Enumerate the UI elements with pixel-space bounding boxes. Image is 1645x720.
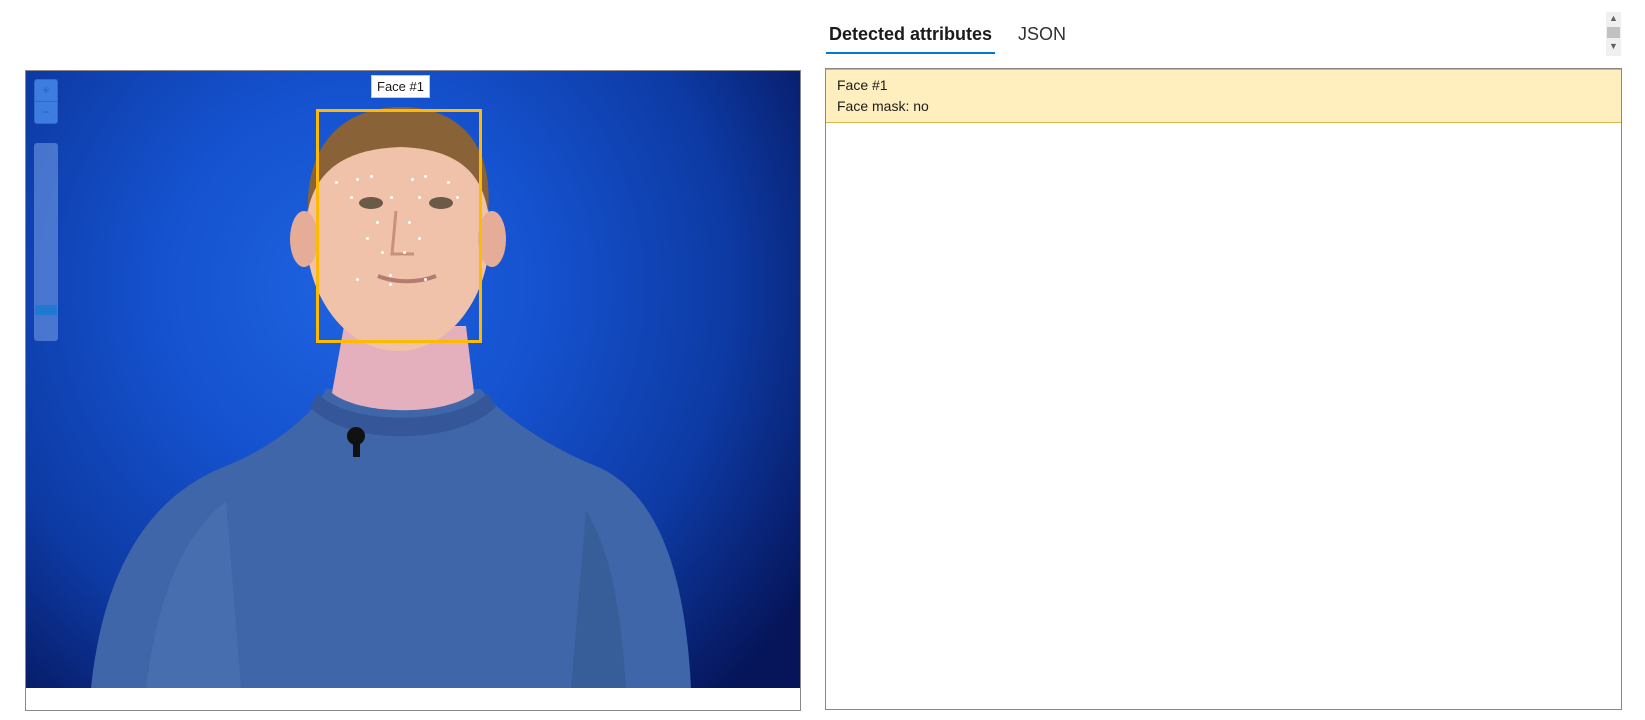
landmark-point: [389, 274, 392, 277]
landmark-point: [350, 196, 353, 199]
landmark-point: [389, 283, 392, 286]
face-attribute-item[interactable]: Face #1 Face mask: no: [826, 69, 1621, 123]
tab-json[interactable]: JSON: [1015, 20, 1069, 54]
page-scrollbar[interactable]: ▲ ▼: [1606, 12, 1621, 56]
landmark-point: [418, 237, 421, 240]
scroll-up-icon[interactable]: ▲: [1606, 12, 1621, 25]
landmark-point: [390, 196, 393, 199]
landmark-point: [381, 251, 384, 254]
result-tabs: Detected attributes JSON: [826, 20, 1069, 54]
minus-icon: −: [42, 105, 50, 119]
landmark-point: [335, 181, 338, 184]
landmark-point: [356, 178, 359, 181]
scrollbar-thumb[interactable]: [1607, 27, 1620, 38]
face-bounding-box[interactable]: [316, 109, 482, 343]
landmark-point: [370, 175, 373, 178]
attributes-panel: Face #1 Face mask: no: [825, 68, 1622, 710]
zoom-controls: + −: [34, 79, 58, 124]
landmark-point: [366, 237, 369, 240]
landmark-point: [424, 278, 427, 281]
landmark-point: [356, 278, 359, 281]
plus-icon: +: [42, 83, 50, 97]
face-mask-value: Face mask: no: [837, 98, 929, 114]
landmark-point: [408, 221, 411, 224]
landmark-point: [418, 196, 421, 199]
landmark-point: [447, 181, 450, 184]
landmark-point: [456, 196, 459, 199]
face-label-tag: Face #1: [371, 75, 430, 98]
landmark-point: [376, 221, 379, 224]
landmark-point: [403, 251, 406, 254]
landmark-point: [411, 178, 414, 181]
zoom-out-button[interactable]: −: [35, 101, 57, 122]
image-viewer: + − Face #1: [25, 70, 801, 711]
zoom-in-button[interactable]: +: [35, 80, 57, 101]
landmark-point: [424, 175, 427, 178]
analyzed-photo[interactable]: + − Face #1: [26, 71, 800, 688]
zoom-slider-thumb[interactable]: [35, 304, 57, 315]
tab-detected-attributes[interactable]: Detected attributes: [826, 20, 996, 54]
face-attribute-title: Face #1: [837, 77, 888, 93]
scroll-down-icon[interactable]: ▼: [1606, 40, 1621, 53]
zoom-slider[interactable]: [34, 143, 58, 341]
